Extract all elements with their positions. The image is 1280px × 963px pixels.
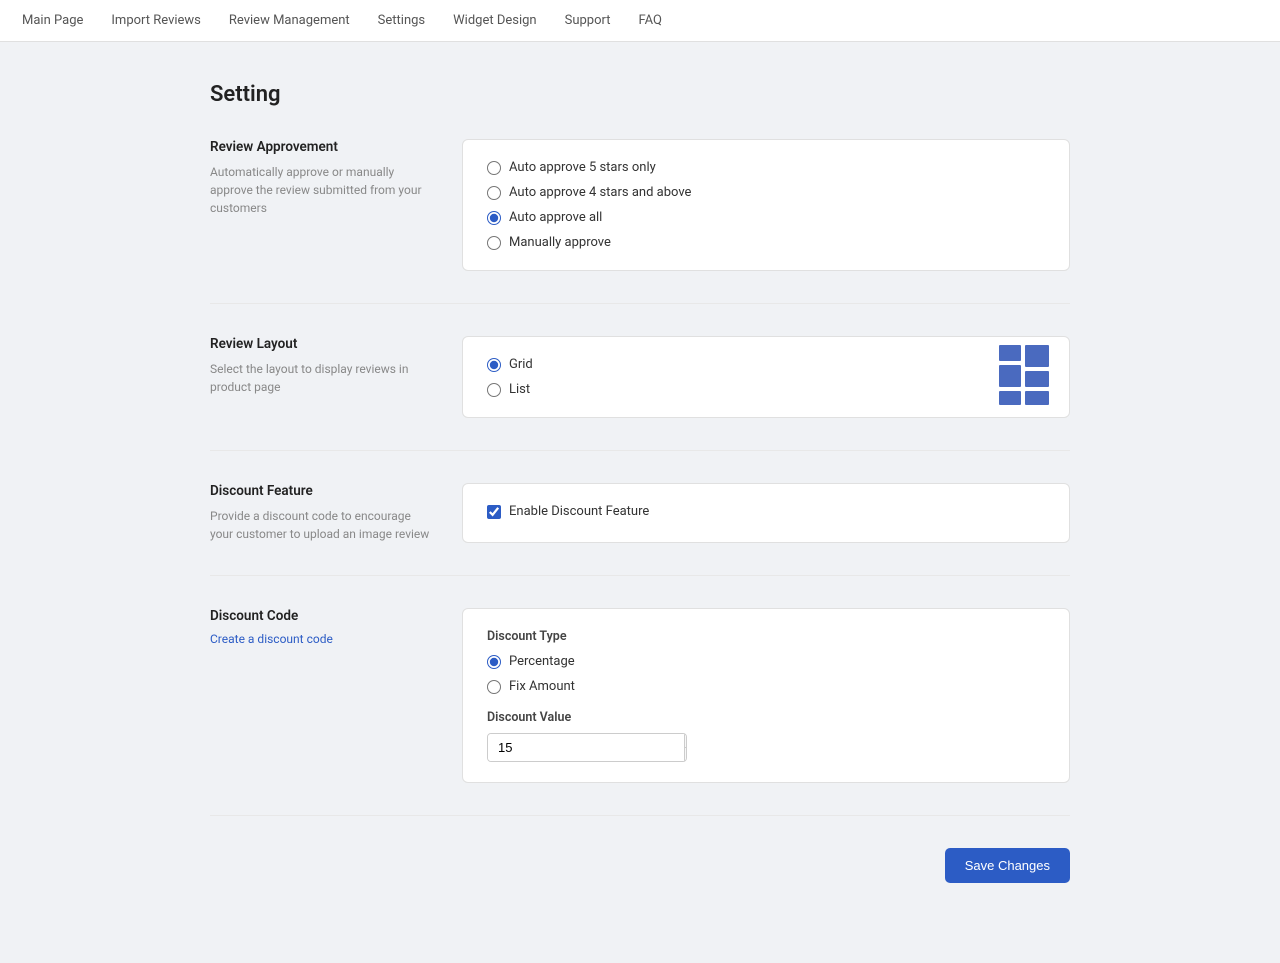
section-title-discount-feature: Discount Feature (210, 483, 430, 499)
approvement-label-0: Auto approve 5 stars only (509, 160, 656, 175)
approvement-radio-group: Auto approve 5 stars only Auto approve 4 … (487, 160, 1045, 250)
discount-type-label-1: Fix Amount (509, 679, 575, 694)
section-discount-code: Discount Code Create a discount code Dis… (210, 608, 1070, 816)
approvement-radio-1[interactable] (487, 186, 501, 200)
section-review-layout: Review Layout Select the layout to displ… (210, 336, 1070, 451)
page-title: Setting (210, 82, 1070, 107)
approvement-label-1: Auto approve 4 stars and above (509, 185, 691, 200)
section-left-layout: Review Layout Select the layout to displ… (210, 336, 430, 418)
spinner-up-button[interactable]: ▲ (685, 734, 687, 748)
enable-discount-checkbox-label[interactable]: Enable Discount Feature (487, 504, 1045, 519)
layout-radio-1[interactable] (487, 383, 501, 397)
section-title-layout: Review Layout (210, 336, 430, 352)
approvement-label-2: Auto approve all (509, 210, 602, 225)
discount-type-option-1[interactable]: Fix Amount (487, 679, 1045, 694)
section-left-discount-code: Discount Code Create a discount code (210, 608, 430, 783)
discount-type-radio-1[interactable] (487, 680, 501, 694)
approvement-option-0[interactable]: Auto approve 5 stars only (487, 160, 1045, 175)
approvement-option-1[interactable]: Auto approve 4 stars and above (487, 185, 1045, 200)
discount-value-input[interactable] (488, 734, 684, 761)
save-changes-button[interactable]: Save Changes (945, 848, 1070, 883)
navigation: Main Page Import Reviews Review Management… (0, 0, 1280, 42)
section-title-discount-code: Discount Code (210, 608, 430, 624)
section-title-approvement: Review Approvement (210, 139, 430, 155)
footer-actions: Save Changes (210, 848, 1070, 923)
discount-value-wrapper: ▲ ▼ (487, 733, 687, 762)
section-right-approvement: Auto approve 5 stars only Auto approve 4 … (462, 139, 1070, 271)
section-left-approvement: Review Approvement Automatically approve… (210, 139, 430, 271)
section-right-discount-feature: Enable Discount Feature (462, 483, 1070, 543)
discount-type-label: Discount Type (487, 629, 1045, 644)
spinner-down-button[interactable]: ▼ (685, 748, 687, 761)
section-desc-approvement: Automatically approve or manually approv… (210, 163, 430, 217)
grid-layout-icon (999, 345, 1049, 405)
approvement-radio-3[interactable] (487, 236, 501, 250)
nav-item-widget-design[interactable]: Widget Design (451, 0, 538, 41)
section-review-approvement: Review Approvement Automatically approve… (210, 139, 1070, 304)
layout-option-1[interactable]: List (487, 382, 1045, 397)
discount-type-option-0[interactable]: Percentage (487, 654, 1045, 669)
content-area: Setting Review Approvement Automatically… (190, 82, 1090, 923)
layout-radio-group: Grid List (487, 357, 1045, 397)
nav-item-settings[interactable]: Settings (376, 0, 427, 41)
discount-type-radio-group: Percentage Fix Amount (487, 654, 1045, 694)
approvement-option-3[interactable]: Manually approve (487, 235, 1045, 250)
layout-radio-0[interactable] (487, 358, 501, 372)
section-left-discount-feature: Discount Feature Provide a discount code… (210, 483, 430, 543)
enable-discount-label: Enable Discount Feature (509, 504, 649, 519)
discount-type-radio-0[interactable] (487, 655, 501, 669)
section-right-discount-code: Discount Type Percentage Fix Amount Disco… (462, 608, 1070, 783)
discount-value-label: Discount Value (487, 710, 1045, 725)
grid-icon-container (999, 345, 1049, 409)
nav-item-import-reviews[interactable]: Import Reviews (109, 0, 203, 41)
section-desc-layout: Select the layout to display reviews in … (210, 360, 430, 396)
layout-option-0[interactable]: Grid (487, 357, 1045, 372)
layout-label-1: List (509, 382, 530, 397)
approvement-option-2[interactable]: Auto approve all (487, 210, 1045, 225)
nav-item-faq[interactable]: FAQ (637, 0, 664, 41)
create-discount-link[interactable]: Create a discount code (210, 632, 333, 646)
spinner-buttons: ▲ ▼ (684, 734, 687, 761)
section-discount-feature: Discount Feature Provide a discount code… (210, 483, 1070, 576)
enable-discount-checkbox[interactable] (487, 505, 501, 519)
nav-item-support[interactable]: Support (563, 0, 613, 41)
nav-item-review-management[interactable]: Review Management (227, 0, 352, 41)
approvement-radio-2[interactable] (487, 211, 501, 225)
approvement-radio-0[interactable] (487, 161, 501, 175)
nav-item-main-page[interactable]: Main Page (20, 0, 85, 41)
layout-label-0: Grid (509, 357, 533, 372)
discount-type-label-0: Percentage (509, 654, 575, 669)
section-right-layout: Grid List (462, 336, 1070, 418)
approvement-label-3: Manually approve (509, 235, 611, 250)
section-desc-discount-feature: Provide a discount code to encourage you… (210, 507, 430, 543)
